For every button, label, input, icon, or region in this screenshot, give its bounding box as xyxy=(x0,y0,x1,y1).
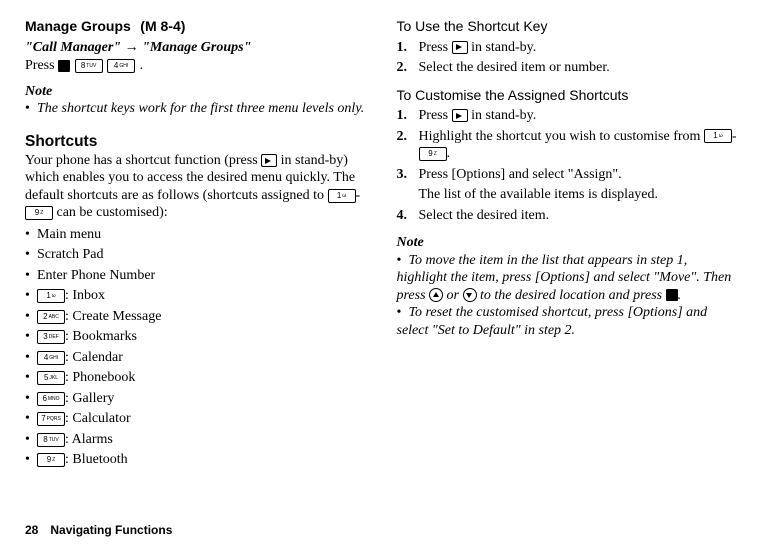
breadcrumb-b: "Manage Groups" xyxy=(142,40,251,55)
six-key-icon: 6MNO xyxy=(37,392,65,406)
three-key-icon: 3DEF xyxy=(37,330,65,344)
page-footer: 28 Navigating Functions xyxy=(25,523,172,538)
intro-a: Your phone has a shortcut function (pres… xyxy=(25,153,261,168)
customise-heading: To Customise the Assigned Shortcuts xyxy=(397,87,741,105)
list-item: •6MNO: Gallery xyxy=(25,390,369,408)
press-end: . xyxy=(140,58,144,73)
use-heading: To Use the Shortcut Key xyxy=(397,18,741,36)
note-body: •The shortcut keys work for the first th… xyxy=(25,100,369,118)
press-key-sequence: 8TUV 4GHI xyxy=(58,58,140,73)
breadcrumb-a: "Call Manager" xyxy=(25,40,121,55)
step-subtext: The list of the available items is displ… xyxy=(419,186,741,204)
step: 1. Press in stand-by. xyxy=(397,39,741,57)
intro-dash: - xyxy=(356,188,361,203)
step-body: Press in stand-by. xyxy=(419,39,741,57)
note-body: •To move the item in the list that appea… xyxy=(397,252,741,305)
note1-c: . xyxy=(678,288,682,303)
footer-title: Navigating Functions xyxy=(50,523,172,537)
step: 3. Press [Options] and select "Assign". … xyxy=(397,166,741,204)
press-line: Press 8TUV 4GHI . xyxy=(25,57,369,75)
press-word: Press xyxy=(25,58,58,73)
step-body: Select the desired item. xyxy=(419,207,741,225)
center-key-icon xyxy=(666,289,678,301)
breadcrumb-arrow: → xyxy=(121,40,142,55)
shortcut-key-icon xyxy=(261,154,277,167)
breadcrumb: "Call Manager" → "Manage Groups" xyxy=(25,39,369,57)
note1-b: to the desired location and press xyxy=(477,288,666,303)
step: 4. Select the desired item. xyxy=(397,207,741,225)
list-item: •1ω: Inbox xyxy=(25,287,369,305)
customise-steps: 1. Press in stand-by. 2. Highlight the s… xyxy=(397,107,741,224)
note-label: Note xyxy=(397,234,741,252)
note2: To reset the customised shortcut, press … xyxy=(397,305,708,338)
four-key-icon: 4GHI xyxy=(107,59,135,73)
list-item: •5JKL: Phonebook xyxy=(25,369,369,387)
step-number: 1. xyxy=(397,39,419,57)
four-key-icon: 4GHI xyxy=(37,351,65,365)
nine-key-icon: 9Z xyxy=(37,453,65,467)
list-item: •7PQRS: Calculator xyxy=(25,410,369,428)
step: 1. Press in stand-by. xyxy=(397,107,741,125)
heading-text: Manage Groups xyxy=(25,18,131,34)
step-body: Highlight the shortcut you wish to custo… xyxy=(419,128,741,163)
one-key-icon: 1ω xyxy=(37,289,65,303)
center-key-icon xyxy=(58,60,70,72)
list-item: •3DEF: Bookmarks xyxy=(25,328,369,346)
step: 2. Highlight the shortcut you wish to cu… xyxy=(397,128,741,163)
eight-key-icon: 8TUV xyxy=(37,433,65,447)
shortcut-key-icon xyxy=(452,41,468,54)
step: 2. Select the desired item or number. xyxy=(397,59,741,77)
note-label: Note xyxy=(25,83,369,101)
seven-key-icon: 7PQRS xyxy=(37,412,65,426)
list-item: •Main menu xyxy=(25,226,369,244)
list-item: •Scratch Pad xyxy=(25,246,369,264)
intro-c: can be customised): xyxy=(53,205,168,220)
list-item: •Enter Phone Number xyxy=(25,267,369,285)
one-key-icon: 1ω xyxy=(328,189,356,203)
shortcut-key-icon xyxy=(452,109,468,122)
shortcut-list: •Main menu •Scratch Pad •Enter Phone Num… xyxy=(25,226,369,469)
nine-key-icon: 9Z xyxy=(419,147,447,161)
one-key-icon: 1ω xyxy=(704,129,732,143)
shortcuts-heading: Shortcuts xyxy=(25,132,369,151)
nine-key-icon: 9Z xyxy=(25,206,53,220)
step-body: Press [Options] and select "Assign". The… xyxy=(419,166,741,204)
step-number: 4. xyxy=(397,207,419,225)
right-column: To Use the Shortcut Key 1. Press in stan… xyxy=(397,18,741,472)
list-item: •2ABC: Create Message xyxy=(25,308,369,326)
step-body: Press in stand-by. xyxy=(419,107,741,125)
note1-or: or xyxy=(443,288,462,303)
use-steps: 1. Press in stand-by. 2. Select the desi… xyxy=(397,39,741,77)
menu-ref: (M 8-4) xyxy=(140,18,185,34)
step-number: 2. xyxy=(397,128,419,163)
eight-key-icon: 8TUV xyxy=(75,59,103,73)
list-item: •4GHI: Calendar xyxy=(25,349,369,367)
left-column: Manage Groups (M 8-4) "Call Manager" → "… xyxy=(25,18,369,472)
note-body: •To reset the customised shortcut, press… xyxy=(397,304,741,339)
step-number: 1. xyxy=(397,107,419,125)
five-key-icon: 5JKL xyxy=(37,371,65,385)
list-item: •8TUV: Alarms xyxy=(25,431,369,449)
nav-down-icon xyxy=(463,288,477,302)
nav-up-icon xyxy=(429,288,443,302)
section-heading: Manage Groups (M 8-4) xyxy=(25,18,369,37)
two-key-icon: 2ABC xyxy=(37,310,65,324)
step-body: Select the desired item or number. xyxy=(419,59,741,77)
step-number: 3. xyxy=(397,166,419,204)
note-text: The shortcut keys work for the first thr… xyxy=(37,101,364,116)
shortcuts-intro: Your phone has a shortcut function (pres… xyxy=(25,152,369,222)
list-item: •9Z: Bluetooth xyxy=(25,451,369,469)
page-number: 28 xyxy=(25,523,38,538)
step-number: 2. xyxy=(397,59,419,77)
